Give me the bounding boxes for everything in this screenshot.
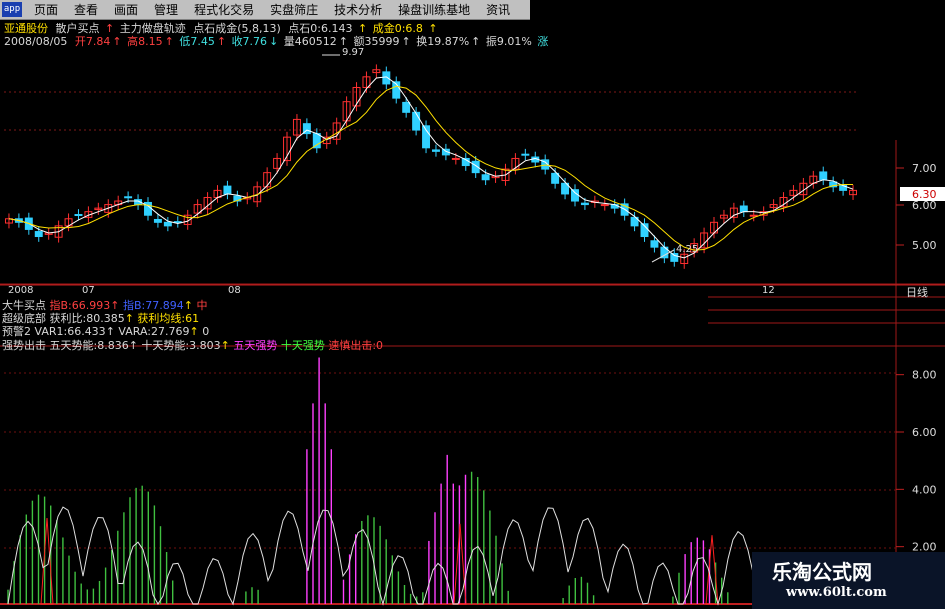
candle-body xyxy=(600,204,609,207)
menu-bar: app 页面 查看 画面 管理 程式化交易 实盘筛庄 技术分析 操盘训练基地 资… xyxy=(0,0,530,20)
candle-body xyxy=(481,174,490,181)
ohlc-header: 2008/08/05 开7.84 ↑ 高8.15 ↑ 低7.45 ↑ 收7.76 ↓ 量… xyxy=(2,33,548,49)
arrow-up-icon: ↑ xyxy=(216,35,227,48)
panel-qiangshi-header: 强势出击 五天势能:8.836↑ 十天势能:3.803↑ 五天强势 十天强势 速… xyxy=(2,337,383,353)
candle-body xyxy=(739,205,748,213)
period-label: 日线 xyxy=(906,285,928,299)
indicator-bars xyxy=(7,357,754,606)
ind-tick-label: 4.00 xyxy=(912,483,937,496)
time-label: 2008 xyxy=(8,285,33,296)
watermark-url: www.60lt.com xyxy=(786,585,887,600)
menu-manage[interactable]: 管理 xyxy=(146,1,186,18)
ma-line xyxy=(8,85,854,251)
candlestick-series xyxy=(4,64,858,269)
candle-body xyxy=(650,240,659,248)
price-tick-label: 7.00 xyxy=(912,162,937,175)
arrow-up-icon: ↑ xyxy=(128,339,138,352)
candle-body xyxy=(402,101,411,113)
time-label: 08 xyxy=(228,285,241,296)
amplitude-value: 振9.01% xyxy=(485,35,532,48)
high-value: 高8.15 xyxy=(127,35,163,48)
open-value: 开7.84 xyxy=(74,35,111,48)
price-tick-label: 5.00 xyxy=(912,239,937,252)
candle-body xyxy=(412,111,421,131)
candle-body xyxy=(74,214,83,217)
menu-program-trade[interactable]: 程式化交易 xyxy=(186,1,262,18)
menu-tech-analysis[interactable]: 技术分析 xyxy=(326,1,390,18)
low-value: 低7.45 xyxy=(179,35,215,48)
candle-body xyxy=(580,202,589,206)
candle-body xyxy=(382,71,391,85)
candle-body xyxy=(431,149,440,152)
panel-qiangshi-ten-strong: 十天强势 xyxy=(280,339,325,352)
menu-training[interactable]: 操盘训练基地 xyxy=(390,1,478,18)
panel-qiangshi-five-strong: 五天强势 xyxy=(233,339,278,352)
app-logo-icon[interactable]: app xyxy=(2,2,22,17)
date-label: 2008/08/05 xyxy=(4,35,68,48)
ind-tick-label: 8.00 xyxy=(912,369,937,382)
candle-body xyxy=(551,172,560,184)
candle-body xyxy=(521,153,530,156)
panel-qiangshi-five: 五天势能:8.836 xyxy=(49,339,129,352)
site-watermark: 乐淘公式网 www.60lt.com xyxy=(752,552,945,609)
moving-average-lines xyxy=(8,76,854,259)
current-price-label: 6.30 xyxy=(912,188,937,201)
arrow-down-icon: ↓ xyxy=(269,35,279,48)
amount-value: 额35999 xyxy=(353,35,400,48)
candle-body xyxy=(124,196,133,199)
arrow-up-icon: ↑ xyxy=(164,35,174,48)
turnover-value: 换19.87% xyxy=(416,35,470,48)
panel-qiangshi-sushen: 速慎出击:0 xyxy=(328,339,384,352)
candle-body xyxy=(163,221,172,227)
candle-body xyxy=(223,185,232,195)
volume-value: 量460512 xyxy=(283,35,337,48)
arrow-up-icon: ↑ xyxy=(112,35,122,48)
ma-line xyxy=(8,76,854,259)
candle-body xyxy=(312,133,321,149)
menu-view[interactable]: 查看 xyxy=(66,1,106,18)
candle-body xyxy=(451,157,460,160)
ind-tick-label: 6.00 xyxy=(912,426,937,439)
arrow-up-icon: ↑ xyxy=(338,35,348,48)
candle-body xyxy=(34,231,43,238)
candle-body xyxy=(153,218,162,223)
arrow-up-icon: ↑ xyxy=(401,35,411,48)
arrow-up-icon: ↑ xyxy=(220,339,230,352)
low-annotation: 4.25 xyxy=(676,244,698,255)
menu-screener[interactable]: 实盘筛庄 xyxy=(262,1,326,18)
time-label: 12 xyxy=(762,285,775,296)
close-value: 收7.76 xyxy=(231,35,268,48)
panel-qiangshi-name[interactable]: 强势出击 xyxy=(2,339,46,352)
watermark-title: 乐淘公式网 xyxy=(772,560,872,584)
candle-body xyxy=(749,214,758,217)
candle-body xyxy=(819,171,828,181)
arrow-up-icon: ↑ xyxy=(471,35,481,48)
menu-news[interactable]: 资讯 xyxy=(478,1,518,18)
panel-qiangshi-ten: 十天势能:3.803 xyxy=(141,339,221,352)
extra-value: 涨 xyxy=(537,35,549,48)
time-label: 07 xyxy=(82,285,95,296)
menu-screen[interactable]: 画面 xyxy=(106,1,146,18)
candle-body xyxy=(571,189,579,202)
menu-page[interactable]: 页面 xyxy=(26,1,66,18)
